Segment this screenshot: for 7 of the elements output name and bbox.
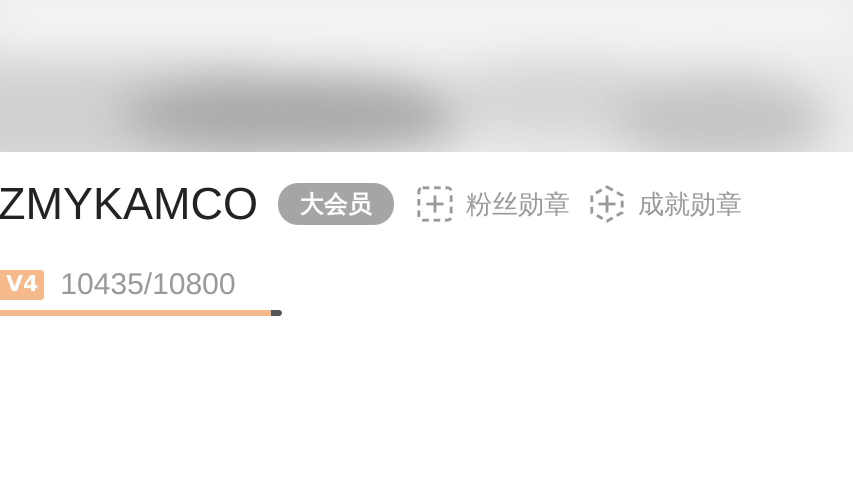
level-badge: V4 bbox=[0, 270, 44, 300]
vip-badge: 大会员 bbox=[278, 183, 394, 225]
medal-button[interactable]: 成就勋章 bbox=[588, 185, 742, 223]
add-icon bbox=[588, 185, 626, 223]
experience-text: 10435/10800 bbox=[60, 268, 236, 302]
add-icon bbox=[416, 185, 454, 223]
medal-button[interactable]: 粉丝勋章 bbox=[416, 185, 570, 223]
